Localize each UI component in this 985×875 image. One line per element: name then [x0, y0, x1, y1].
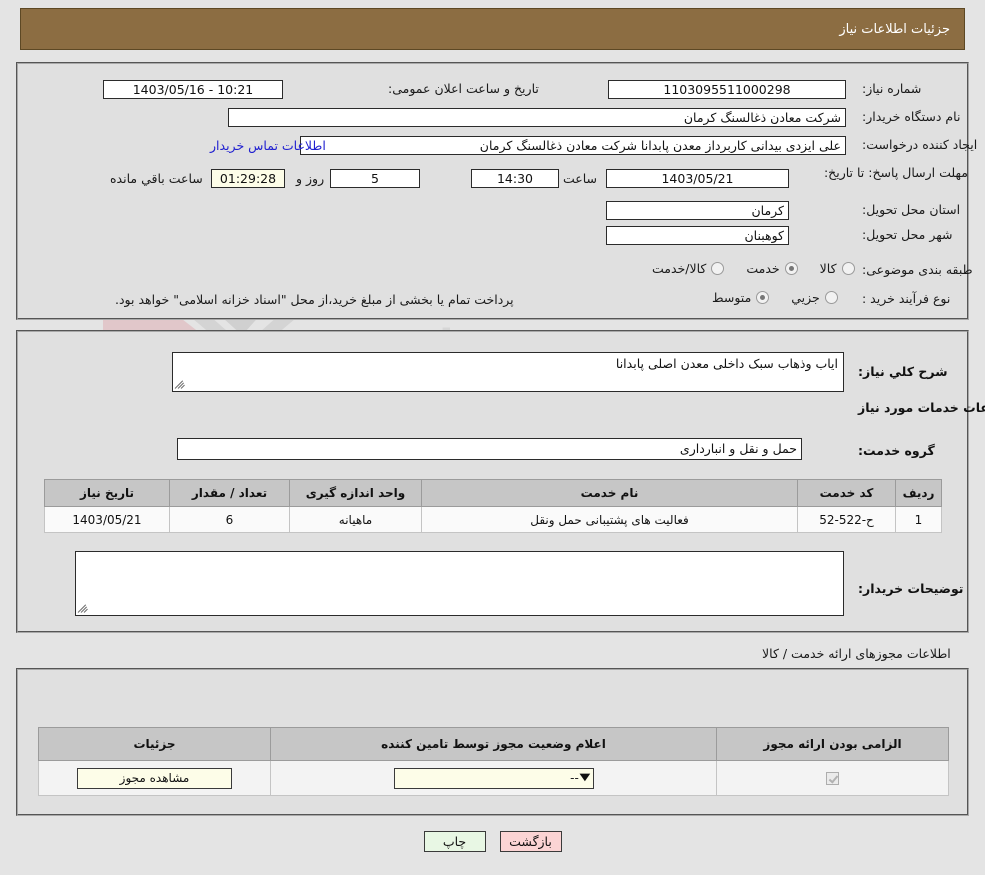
permits-table-header-row: الزامی بودن ارائه مجوز اعلام وضعیت مجوز …: [38, 727, 949, 761]
services-info-title: اطلاعات خدمات مورد نیاز: [858, 400, 985, 415]
cell-quantity: 6: [169, 506, 290, 533]
category-option-kala[interactable]: کالا: [820, 261, 855, 276]
table-row: 1 ح-522-52 فعالیت های پشتیبانی حمل ونقل …: [44, 506, 942, 533]
back-button[interactable]: بازگشت: [499, 831, 562, 852]
permit-status-value: --: [570, 771, 579, 785]
services-table-header-row: ردیف کد خدمت نام خدمت واحد اندازه گیری ت…: [44, 479, 942, 507]
process-radio-group: جزیي متوسط: [690, 290, 838, 305]
category-label: طبقه بندی موضوعی:: [862, 262, 973, 277]
general-desc-value: ایاب وذهاب سبک داخلی معدن اصلی پابدانا: [615, 356, 838, 371]
general-desc-label: شرح کلي نیاز:: [858, 364, 948, 379]
deadline-hour-word: ساعت: [563, 171, 598, 186]
col-unit: واحد اندازه گیری: [289, 479, 422, 507]
radio-jozee-icon[interactable]: [824, 291, 838, 304]
permits-table: الزامی بودن ارائه مجوز اعلام وضعیت مجوز …: [38, 727, 949, 796]
category-option-kala-khedmat-label: کالا/خدمت: [652, 261, 707, 276]
process-option-jozee-label: جزیي: [791, 290, 820, 305]
category-row: طبقه بندی موضوعی:: [858, 262, 973, 277]
cell-unit: ماهیانه: [289, 506, 422, 533]
radio-khedmat-icon[interactable]: [784, 262, 798, 275]
permit-required-checkbox: [826, 772, 839, 785]
buyer-org-row: نام دستگاه خریدار:: [858, 109, 960, 124]
need-number-row: شماره نیاز:: [858, 81, 921, 96]
resize-grip-icon[interactable]: [77, 602, 90, 614]
province-label: استان محل تحویل:: [862, 202, 961, 217]
radio-motevaset-icon[interactable]: [756, 291, 770, 304]
cell-permit-required: [716, 760, 949, 796]
requester-row: ایجاد کننده درخواست:: [858, 137, 977, 152]
cell-row-no: 1: [895, 506, 942, 533]
city-label: شهر محل تحویل:: [862, 227, 953, 242]
col-need-date: تاریخ نیاز: [44, 479, 170, 507]
page-header: جزئیات اطلاعات نیاز: [20, 8, 965, 50]
city-row: شهر محل تحویل:: [858, 227, 952, 242]
buyer-notes-label: توضیحات خریدار:: [858, 581, 964, 596]
deadline-time-field: 14:30: [471, 169, 559, 188]
col-service-name: نام خدمت: [421, 479, 798, 507]
cell-permit-status: ▼ --: [270, 760, 717, 796]
radio-kala-khedmat-icon[interactable]: [711, 262, 725, 275]
table-row: ▼ -- مشاهده مجوز: [38, 760, 949, 796]
buyer-notes-textarea[interactable]: [75, 551, 844, 616]
countdown-suffix-label: ساعت باقي مانده: [110, 171, 203, 186]
need-summary-panel: [16, 62, 969, 320]
resize-grip-icon[interactable]: [174, 378, 187, 390]
cell-permit-details: مشاهده مجوز: [38, 760, 271, 796]
deadline-label: مهلت ارسال پاسخ: تا تاریخ:: [823, 165, 968, 180]
radio-kala-icon[interactable]: [841, 262, 855, 275]
print-button[interactable]: چاپ: [423, 831, 486, 852]
col-row-no: ردیف: [895, 479, 942, 507]
col-permit-status: اعلام وضعیت مجوز توسط تامین کننده: [270, 727, 717, 761]
category-option-kala-khedmat[interactable]: کالا/خدمت: [652, 261, 725, 276]
col-permit-details: جزئیات: [38, 727, 271, 761]
process-row: نوع فرآیند خرید :: [858, 291, 950, 306]
permit-status-select[interactable]: ▼ --: [393, 767, 594, 789]
category-option-kala-label: کالا: [819, 261, 837, 276]
general-desc-textarea[interactable]: ایاب وذهاب سبک داخلی معدن اصلی پابدانا: [172, 352, 844, 392]
public-announce-label: تاریخ و ساعت اعلان عمومی:: [388, 81, 539, 96]
days-word-label: روز و: [296, 171, 325, 186]
deadline-row: مهلت ارسال پاسخ: تا تاریخ:: [823, 165, 968, 180]
need-number-label: شماره نیاز:: [862, 81, 922, 96]
process-option-jozee[interactable]: جزیي: [791, 290, 838, 305]
buyer-org-label: نام دستگاه خریدار:: [862, 109, 961, 124]
col-service-code: کد خدمت: [797, 479, 896, 507]
public-announce-field: 10:21 - 1403/05/16: [103, 80, 283, 99]
buyer-org-field: شرکت معادن ذغالسنگ کرمان: [228, 108, 846, 127]
view-permit-button[interactable]: مشاهده مجوز: [77, 767, 232, 789]
permits-caption: اطلاعات مجوزهای ارائه خدمت / کالا: [762, 646, 951, 661]
service-group-field[interactable]: حمل و نقل و انبارداری: [177, 438, 802, 460]
requester-field: علی ایزدی بیدانی کاربرداز معدن پابدانا ش…: [300, 136, 846, 155]
chevron-down-icon: ▼: [579, 772, 591, 783]
footer-action-bar: بازگشت چاپ: [0, 831, 985, 852]
col-permit-required: الزامی بودن ارائه مجوز: [716, 727, 949, 761]
deadline-date-field: 1403/05/21: [606, 169, 789, 188]
city-field: کوهبنان: [606, 226, 789, 245]
public-announce-row: تاریخ و ساعت اعلان عمومی:: [384, 81, 539, 96]
province-field: کرمان: [606, 201, 789, 220]
cell-service-code: ح-522-52: [797, 506, 896, 533]
province-row: استان محل تحویل:: [858, 202, 960, 217]
service-group-label: گروه خدمت:: [858, 443, 935, 458]
category-option-khedmat-label: خدمت: [746, 261, 780, 276]
services-table: ردیف کد خدمت نام خدمت واحد اندازه گیری ت…: [44, 479, 942, 533]
col-quantity: تعداد / مقدار: [169, 479, 290, 507]
need-number-field: 1103095511000298: [608, 80, 846, 99]
page-title: جزئیات اطلاعات نیاز: [839, 21, 950, 37]
process-label: نوع فرآیند خرید :: [862, 291, 951, 306]
process-note: پرداخت تمام یا بخشی از مبلغ خرید،از محل …: [115, 292, 514, 307]
cell-service-name: فعالیت های پشتیبانی حمل ونقل: [421, 506, 798, 533]
countdown-field: 01:29:28: [211, 169, 285, 188]
requester-label: ایجاد کننده درخواست:: [862, 137, 978, 152]
days-remaining-field: 5: [330, 169, 420, 188]
category-option-khedmat[interactable]: خدمت: [746, 261, 798, 276]
process-option-motevaset-label: متوسط: [712, 290, 752, 305]
cell-need-date: 1403/05/21: [44, 506, 170, 533]
category-radio-group: کالا خدمت کالا/خدمت: [630, 261, 855, 276]
process-option-motevaset[interactable]: متوسط: [712, 290, 770, 305]
buyer-contact-link[interactable]: اطلاعات تماس خریدار: [210, 138, 326, 153]
